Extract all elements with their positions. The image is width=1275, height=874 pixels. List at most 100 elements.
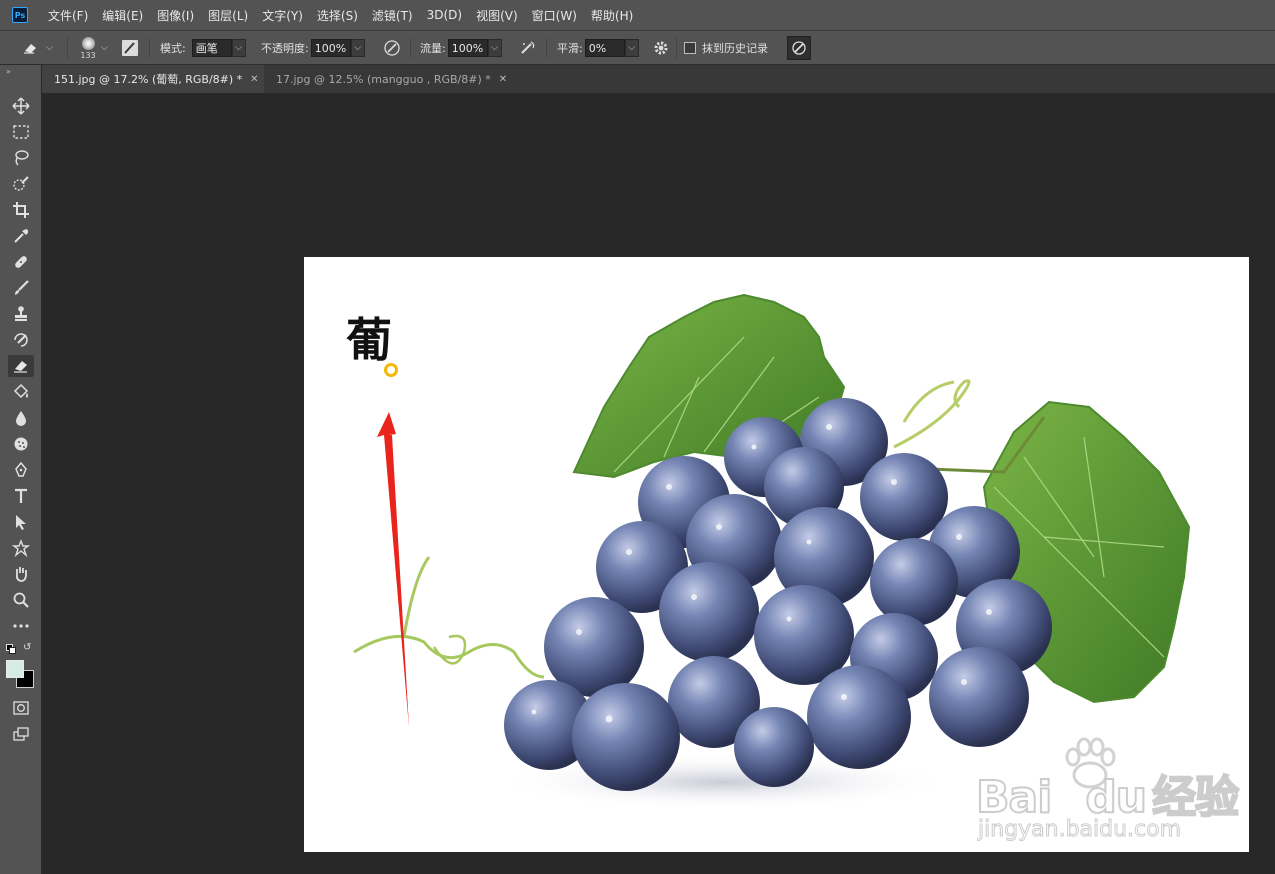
watermark-brand-cn: 经验: [1151, 771, 1240, 824]
menu-bar: Ps 文件(F) 编辑(E) 图像(I) 图层(L) 文字(Y) 选择(S) 滤…: [0, 0, 1275, 30]
menu-view[interactable]: 视图(V): [476, 7, 518, 24]
menu-help[interactable]: 帮助(H): [591, 7, 633, 24]
menu-edit[interactable]: 编辑(E): [102, 7, 143, 24]
arrow-cursor-icon: [16, 515, 26, 530]
lasso-tool[interactable]: [8, 147, 34, 169]
document-tabs: 151.jpg @ 17.2% (葡萄, RGB/8#) * ✕ 17.jpg …: [42, 65, 1275, 94]
swap-colors-icon[interactable]: ↺: [23, 642, 31, 653]
hand-tool[interactable]: [8, 563, 34, 585]
menu-layer[interactable]: 图层(L): [208, 7, 248, 24]
tab-151-jpg[interactable]: 151.jpg @ 17.2% (葡萄, RGB/8#) * ✕: [42, 65, 264, 93]
quick-mask-button[interactable]: [8, 697, 34, 719]
brush-tip-icon: [81, 36, 95, 50]
stamp-icon: [15, 306, 27, 321]
menu-file[interactable]: 文件(F): [48, 7, 88, 24]
default-colors-icon[interactable]: [6, 644, 16, 654]
close-icon[interactable]: ✕: [499, 74, 507, 85]
pressure-icon: [384, 40, 400, 56]
mode-dropdown[interactable]: ⌵: [231, 39, 246, 57]
chevron-down-icon: ⌵: [491, 43, 499, 53]
mode-label: 模式:: [160, 42, 186, 55]
history-brush-tool[interactable]: [8, 329, 34, 351]
menu-3d[interactable]: 3D(D): [427, 8, 462, 22]
smoothing-value: 0%: [588, 41, 607, 55]
chevron-down-icon: ⌵: [235, 43, 243, 53]
eraser-icon: [24, 44, 36, 54]
mode-select[interactable]: 画笔: [191, 39, 232, 57]
crop-tool[interactable]: [8, 199, 34, 221]
menu-type[interactable]: 文字(Y): [262, 7, 303, 24]
foreground-color-swatch[interactable]: [6, 660, 24, 678]
divider: [67, 38, 68, 58]
pressure-size-toggle[interactable]: [787, 31, 811, 65]
marquee-tool[interactable]: [8, 121, 34, 143]
tab-label: 151.jpg @ 17.2% (葡萄, RGB/8#) *: [54, 73, 243, 86]
shape-tool[interactable]: [8, 537, 34, 559]
quick-mask-icon: [13, 701, 29, 715]
tool-preset-picker[interactable]: ⌵: [22, 31, 53, 65]
eyedropper-icon: [14, 229, 29, 243]
watermark: Bai du 经验 jingyan.baidu.com: [974, 735, 1244, 847]
flow-dropdown[interactable]: ⌵: [487, 39, 502, 57]
divider: [546, 38, 547, 58]
opacity-input[interactable]: 100%: [310, 39, 351, 57]
menu-filter[interactable]: 滤镜(T): [372, 7, 413, 24]
chevron-down-icon: ⌵: [101, 43, 108, 53]
chevron-down-icon: ⌵: [46, 43, 53, 53]
mode-value: 画笔: [195, 42, 218, 55]
screen-mode-icon: [13, 727, 29, 741]
brush-icon: [15, 280, 29, 295]
panel-collapse-icon[interactable]: »: [6, 67, 11, 76]
quick-select-tool[interactable]: [8, 173, 34, 195]
move-tool[interactable]: [8, 95, 34, 117]
brush-tool[interactable]: [8, 277, 34, 299]
pen-tool[interactable]: [8, 459, 34, 481]
opacity-dropdown[interactable]: ⌵: [350, 39, 365, 57]
divider: [676, 38, 677, 58]
flow-label: 流量:: [420, 42, 446, 55]
erase-history-checkbox[interactable]: [684, 42, 696, 54]
divider: [410, 38, 411, 58]
eyedropper-tool[interactable]: [8, 225, 34, 247]
healing-tool[interactable]: [8, 251, 34, 273]
screen-mode-button[interactable]: [8, 723, 34, 745]
type-tool[interactable]: [8, 485, 34, 507]
paint-bucket-tool[interactable]: [8, 381, 34, 403]
tab-17-jpg[interactable]: 17.jpg @ 12.5% (mangguo , RGB/8#) * ✕: [264, 65, 509, 93]
stamp-tool[interactable]: [8, 303, 34, 325]
smoothing-dropdown[interactable]: ⌵: [624, 39, 639, 57]
tools-panel: » ↺: [0, 65, 42, 874]
blur-tool[interactable]: [8, 407, 34, 429]
marquee-icon: [13, 125, 29, 139]
document-canvas[interactable]: 葡 Bai du 经验 jingyan.baidu.com: [304, 257, 1249, 852]
gear-icon: [654, 41, 668, 55]
brush-settings-toggle[interactable]: [121, 31, 139, 65]
menu-image[interactable]: 图像(I): [157, 7, 194, 24]
star-shape-icon: [12, 539, 30, 557]
dodge-tool[interactable]: [8, 433, 34, 455]
menu-select[interactable]: 选择(S): [317, 7, 358, 24]
ellipsis-icon: [13, 624, 29, 628]
sponge-icon: [14, 437, 28, 451]
path-select-tool[interactable]: [8, 511, 34, 533]
smoothing-label: 平滑:: [557, 42, 583, 55]
brush-picker-dropdown[interactable]: ⌵: [101, 31, 108, 65]
type-icon: [15, 488, 27, 503]
smoothing-input[interactable]: 0%: [584, 39, 625, 57]
watermark-url: jingyan.baidu.com: [977, 817, 1182, 843]
divider: [149, 38, 150, 58]
flow-input[interactable]: 100%: [447, 39, 488, 57]
move-icon: [12, 97, 30, 115]
erase-history-label: 抹到历史记录: [702, 42, 768, 55]
close-icon[interactable]: ✕: [250, 74, 258, 85]
pressure-opacity-toggle[interactable]: [382, 31, 402, 65]
menu-window[interactable]: 窗口(W): [532, 7, 577, 24]
brush-picker[interactable]: 133: [76, 31, 100, 65]
opacity-value: 100%: [314, 41, 347, 55]
more-tools[interactable]: [8, 615, 34, 637]
airbrush-toggle[interactable]: [518, 31, 538, 65]
pressure-size-icon: [792, 41, 806, 55]
zoom-tool[interactable]: [8, 589, 34, 611]
eraser-tool[interactable]: [8, 355, 34, 377]
smoothing-settings-button[interactable]: [653, 31, 669, 65]
